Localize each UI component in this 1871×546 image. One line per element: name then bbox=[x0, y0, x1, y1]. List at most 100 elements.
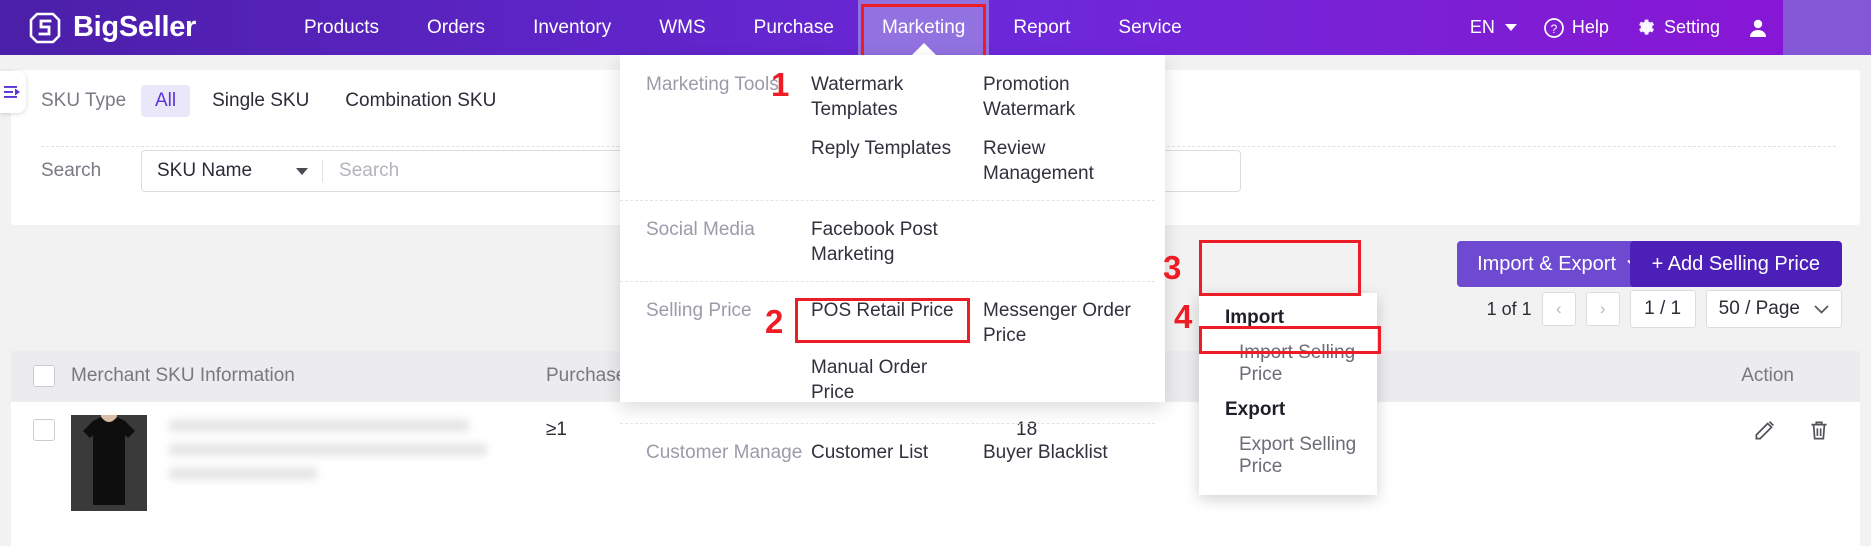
brand-name: BigSeller bbox=[73, 11, 197, 43]
language-label: EN bbox=[1469, 17, 1495, 37]
nav-label: Purchase bbox=[753, 16, 834, 38]
menu-item-messenger-order-price[interactable]: Messenger Order Price bbox=[983, 298, 1155, 348]
page-size-value: 50 / Page bbox=[1718, 298, 1800, 319]
setting-label: Setting bbox=[1663, 17, 1720, 37]
page-indicator[interactable]: 1 / 1 bbox=[1629, 290, 1696, 328]
help-label: Help bbox=[1571, 17, 1609, 37]
mega-column-1: Customer List bbox=[811, 440, 983, 465]
account-name-redacted bbox=[1783, 0, 1871, 55]
mega-column-2: Messenger Order Price bbox=[983, 298, 1155, 405]
nav-item-orders[interactable]: Orders bbox=[403, 0, 509, 55]
menu-item-manual-order-price[interactable]: Manual Order Price bbox=[811, 355, 983, 405]
pagination-next-button[interactable]: › bbox=[1585, 292, 1620, 326]
sku-type-option-single[interactable]: Single SKU bbox=[198, 85, 323, 117]
search-field-value: SKU Name bbox=[157, 160, 253, 181]
mega-column-2 bbox=[983, 217, 1155, 267]
nav-label: Inventory bbox=[533, 16, 612, 38]
pagination-summary: 1 of 1 bbox=[1486, 298, 1532, 319]
app-root: BigSeller Products Orders Inventory WMS … bbox=[0, 0, 1871, 546]
edit-icon[interactable] bbox=[1752, 417, 1778, 443]
gear-icon bbox=[1639, 19, 1654, 35]
nav-item-service[interactable]: Service bbox=[1094, 0, 1205, 55]
sku-type-option-all[interactable]: All bbox=[141, 85, 191, 117]
delete-icon[interactable] bbox=[1806, 417, 1832, 443]
select-all-checkbox[interactable] bbox=[33, 365, 55, 387]
mega-column-2: Promotion Watermark Review Management bbox=[983, 72, 1155, 186]
row-select-cell bbox=[11, 415, 71, 441]
search-label: Search bbox=[41, 160, 102, 181]
tshirt-product-image bbox=[71, 415, 147, 511]
mega-section-social-media: Social Media Facebook Post Marketing bbox=[620, 200, 1165, 281]
annotation-number-4: 4 bbox=[1174, 298, 1193, 335]
sku-type-label: SKU Type bbox=[41, 90, 127, 111]
nav-item-marketing[interactable]: Marketing bbox=[857, 0, 990, 65]
marketing-mega-menu: Marketing Tools Watermark Templates Repl… bbox=[620, 55, 1165, 463]
mega-column-1: Watermark Templates Reply Templates bbox=[811, 72, 983, 186]
nav-item-inventory[interactable]: Inventory bbox=[509, 0, 635, 55]
nav-item-wms[interactable]: WMS bbox=[635, 0, 729, 55]
import-export-dropdown: Import Import Selling Price Export Expor… bbox=[1199, 293, 1377, 495]
mega-column-1: Facebook Post Marketing bbox=[811, 217, 983, 267]
row-checkbox[interactable] bbox=[33, 419, 55, 441]
nav-right-group: EN ? Help Setting bbox=[1457, 0, 1871, 55]
mega-category-label: Customer Manage bbox=[646, 442, 803, 463]
annotation-number-3: 3 bbox=[1163, 249, 1182, 286]
import-group-header: Import bbox=[1225, 307, 1285, 328]
main-nav-items: Products Orders Inventory WMS Purchase M… bbox=[280, 0, 1206, 65]
menu-item-facebook-post-marketing[interactable]: Facebook Post Marketing bbox=[811, 217, 983, 267]
top-navigation-bar: BigSeller Products Orders Inventory WMS … bbox=[0, 0, 1871, 65]
sidebar-toggle-button[interactable] bbox=[0, 71, 26, 113]
nav-item-report[interactable]: Report bbox=[989, 0, 1094, 55]
add-selling-price-button[interactable]: + Add Selling Price bbox=[1629, 241, 1842, 287]
annotation-number-1: 1 bbox=[771, 66, 790, 103]
header-select-all-cell bbox=[11, 365, 71, 387]
user-account-button[interactable] bbox=[1733, 16, 1783, 40]
menu-item-import-selling-price[interactable]: Import Selling Price bbox=[1199, 335, 1377, 393]
annotation-number-2: 2 bbox=[765, 303, 784, 340]
menu-item-customer-list[interactable]: Customer List bbox=[811, 440, 983, 465]
menu-item-buyer-blacklist[interactable]: Buyer Blacklist bbox=[983, 440, 1155, 465]
import-export-label: Import & Export bbox=[1477, 252, 1616, 275]
user-avatar-icon bbox=[1750, 19, 1766, 37]
sku-text-redacted bbox=[169, 415, 499, 480]
brand-logo[interactable]: BigSeller bbox=[0, 11, 280, 45]
bigseller-logo-icon bbox=[29, 12, 61, 43]
pagination-controls: 1 of 1 ‹ › 1 / 1 50 / Page bbox=[1487, 290, 1842, 328]
page-size-select[interactable]: 50 / Page bbox=[1705, 290, 1842, 328]
setting-button[interactable]: Setting bbox=[1622, 17, 1733, 39]
nav-item-purchase[interactable]: Purchase bbox=[730, 0, 858, 55]
help-button[interactable]: ? Help bbox=[1530, 17, 1622, 39]
pagination-prev-button[interactable]: ‹ bbox=[1541, 292, 1576, 326]
chevron-down-icon bbox=[1814, 304, 1829, 314]
menu-item-pos-retail-price[interactable]: POS Retail Price bbox=[811, 298, 983, 323]
nav-label: WMS bbox=[659, 16, 706, 38]
sku-type-option-combination[interactable]: Combination SKU bbox=[331, 85, 510, 117]
sku-type-options: All Single SKU Combination SKU bbox=[141, 85, 518, 117]
language-selector[interactable]: EN bbox=[1457, 17, 1530, 38]
row-sku-cell bbox=[71, 415, 546, 511]
menu-item-review-management[interactable]: Review Management bbox=[983, 136, 1155, 186]
search-field-select[interactable]: SKU Name bbox=[142, 160, 322, 182]
menu-item-promotion-watermark[interactable]: Promotion Watermark bbox=[983, 72, 1155, 122]
mega-category-label: Social Media bbox=[646, 219, 755, 240]
header-merchant-sku: Merchant SKU Information bbox=[71, 365, 295, 386]
chevron-down-icon bbox=[296, 167, 309, 175]
product-thumbnail[interactable] bbox=[71, 415, 147, 511]
menu-item-reply-templates[interactable]: Reply Templates bbox=[811, 136, 983, 161]
mega-section-marketing-tools: Marketing Tools Watermark Templates Repl… bbox=[620, 55, 1165, 200]
nav-label: Service bbox=[1118, 16, 1182, 38]
chevron-down-icon bbox=[1504, 24, 1517, 31]
nav-label: Orders bbox=[426, 16, 486, 38]
nav-label: Report bbox=[1013, 16, 1071, 38]
svg-text:?: ? bbox=[1551, 22, 1558, 36]
mega-section-selling-price: Selling Price POS Retail Price Manual Or… bbox=[620, 281, 1165, 423]
mega-section-customer-manage: Customer Manage Customer List Buyer Blac… bbox=[620, 423, 1165, 479]
expand-sidebar-icon bbox=[4, 86, 20, 98]
menu-item-watermark-templates[interactable]: Watermark Templates bbox=[811, 72, 983, 122]
menu-item-export-selling-price[interactable]: Export Selling Price bbox=[1199, 427, 1377, 485]
export-group-header: Export bbox=[1225, 399, 1286, 420]
nav-label: Products bbox=[304, 16, 379, 38]
nav-label: Marketing bbox=[881, 16, 966, 38]
mega-category-label: Selling Price bbox=[646, 300, 752, 321]
nav-item-products[interactable]: Products bbox=[280, 0, 403, 55]
